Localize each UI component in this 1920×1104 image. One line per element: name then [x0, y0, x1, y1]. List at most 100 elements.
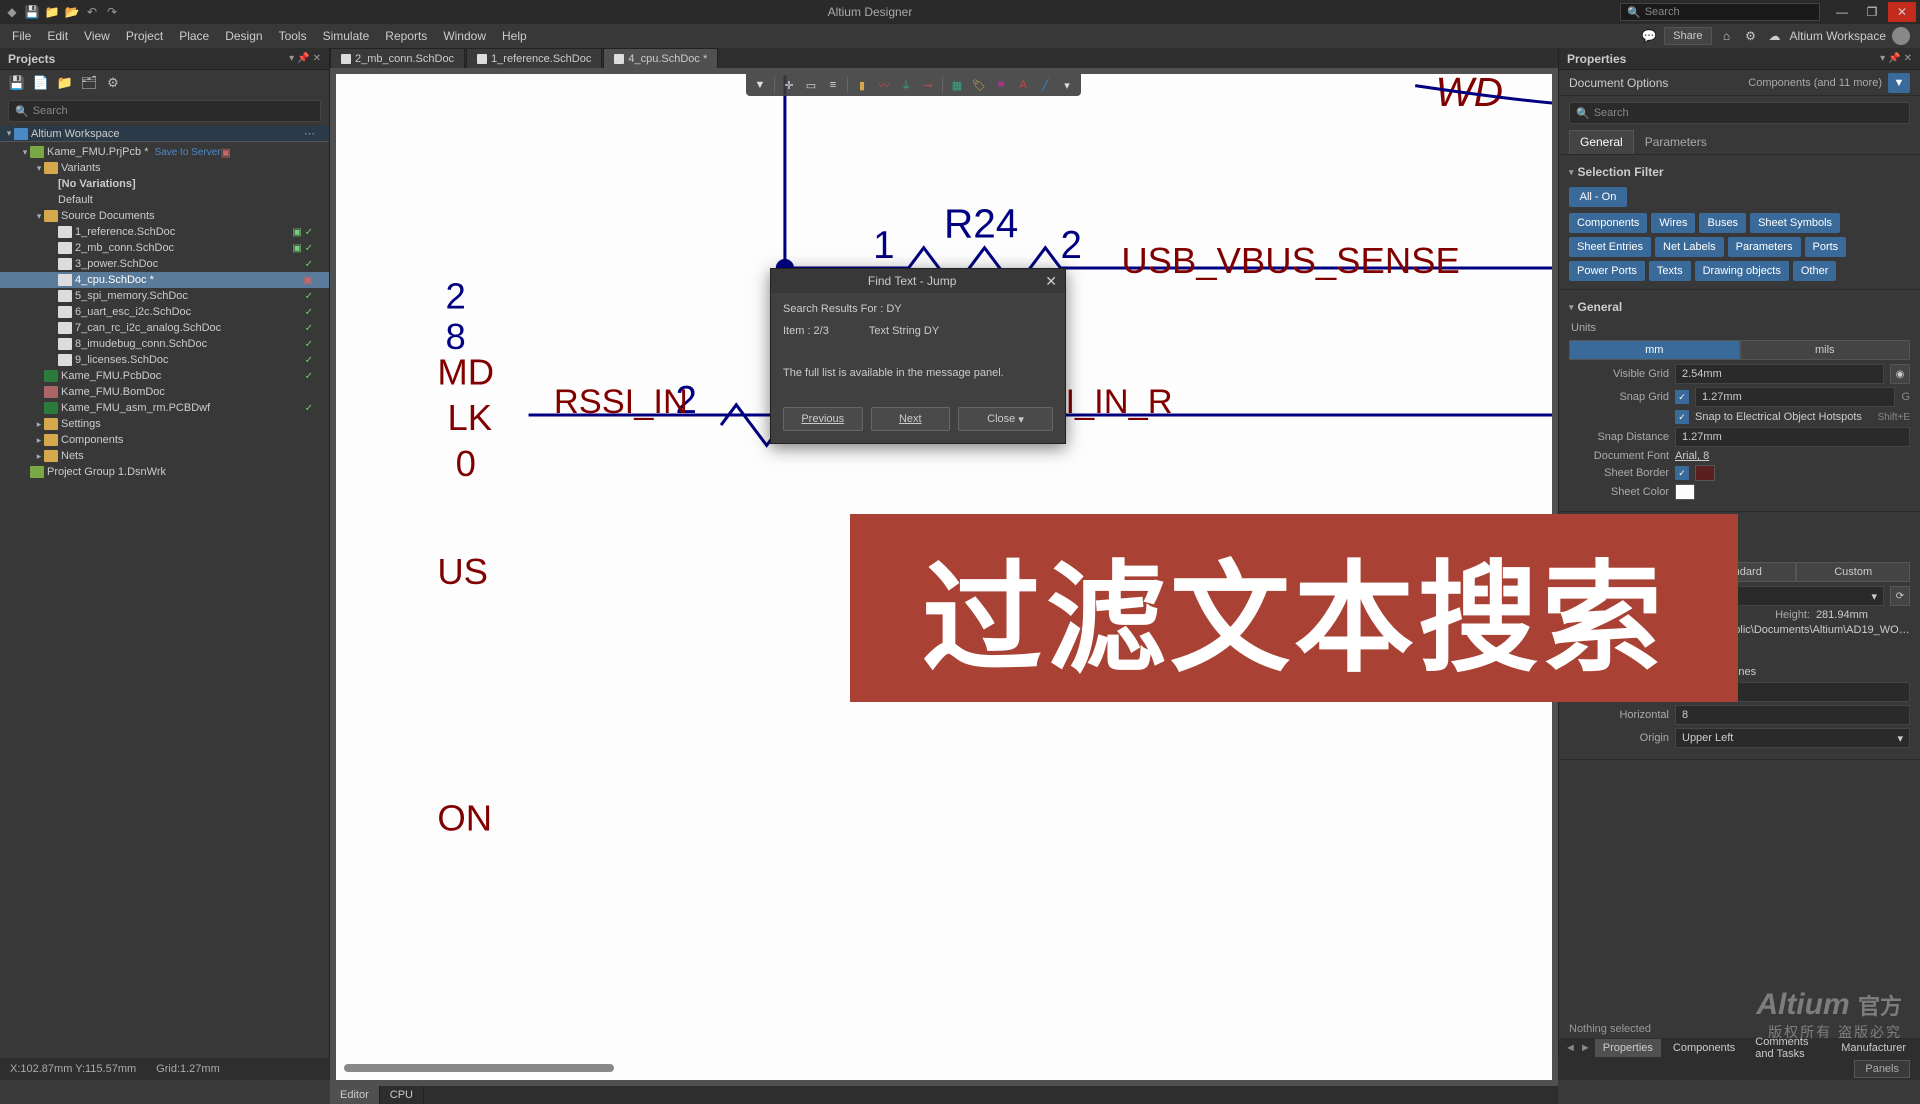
snap-grid-input[interactable]: 1.27mm [1695, 387, 1895, 407]
document-tab[interactable]: 1_reference.SchDoc [466, 48, 602, 68]
workspace-label[interactable]: Altium Workspace [1790, 29, 1886, 43]
btab-comments[interactable]: Comments and Tasks [1747, 1039, 1829, 1057]
tab-general[interactable]: General [1569, 130, 1634, 154]
horizontal-input[interactable]: 8 [1675, 705, 1910, 725]
tree-row[interactable]: ▾Variants [0, 160, 329, 176]
filter-chip[interactable]: Components [1569, 213, 1647, 233]
btab-components[interactable]: Components [1665, 1039, 1743, 1057]
filter-chip[interactable]: Sheet Symbols [1750, 213, 1840, 233]
rp-close-icon[interactable]: ✕ [1904, 53, 1912, 64]
filter-chip[interactable]: Texts [1649, 261, 1691, 281]
menu-design[interactable]: Design [217, 29, 270, 43]
tree-row[interactable]: 7_can_rc_i2c_analog.SchDoc✓ [0, 320, 329, 336]
minimize-button[interactable]: — [1828, 2, 1856, 22]
open-folder-icon[interactable]: 📁 [56, 74, 74, 92]
close-button[interactable]: Close ▾ [958, 407, 1053, 431]
rp-dropdown-icon[interactable]: ▾ [1880, 53, 1885, 64]
tool-bar-icon[interactable]: ▮ [854, 77, 870, 93]
tool-align-icon[interactable]: ≡ [825, 77, 841, 93]
panel-dropdown-icon[interactable]: ▾ [289, 53, 294, 64]
filter-chip[interactable]: Parameters [1728, 237, 1801, 257]
tab-parameters[interactable]: Parameters [1634, 130, 1718, 154]
save-all-icon[interactable]: 💾 [8, 74, 26, 92]
unit-mils[interactable]: mils [1740, 340, 1911, 360]
tree-row[interactable]: 4_cpu.SchDoc *▣ [0, 272, 329, 288]
properties-search[interactable]: 🔍 Search [1569, 102, 1910, 124]
tool-cross-icon[interactable]: ✛ [781, 77, 797, 93]
previous-button[interactable]: Previous [783, 407, 863, 431]
tool-pin-icon[interactable]: ⊸ [920, 77, 936, 93]
menu-edit[interactable]: Edit [39, 29, 76, 43]
tool-chip-icon[interactable]: ▦ [949, 77, 965, 93]
save-icon[interactable]: 💾 [24, 4, 40, 20]
tool-rect-icon[interactable]: ▭ [803, 77, 819, 93]
tree-row[interactable]: Default [0, 192, 329, 208]
fmt-custom[interactable]: Custom [1796, 562, 1910, 582]
tree-row[interactable]: 9_licenses.SchDoc✓ [0, 352, 329, 368]
scroll-left-icon[interactable]: ◄ [1565, 1042, 1576, 1054]
tab-editor[interactable]: Editor [330, 1086, 380, 1104]
workspace-menu-icon[interactable]: ⋯ [304, 127, 325, 140]
filter-chip[interactable]: Other [1793, 261, 1837, 281]
share-button[interactable]: Share [1664, 27, 1711, 45]
tool-line-icon[interactable]: ╱ [1037, 77, 1053, 93]
home-icon[interactable]: ⌂ [1718, 27, 1736, 45]
menu-help[interactable]: Help [494, 29, 535, 43]
maximize-button[interactable]: ❐ [1858, 2, 1886, 22]
dialog-close-button[interactable]: ✕ [1045, 273, 1057, 290]
panel-close-icon[interactable]: ✕ [313, 53, 321, 64]
tool-more-icon[interactable]: ▾ [1059, 77, 1075, 93]
tree-row[interactable]: 3_power.SchDoc✓ [0, 256, 329, 272]
tree-row[interactable]: ▸Settings [0, 416, 329, 432]
all-on-button[interactable]: All - On [1569, 187, 1627, 207]
panels-button[interactable]: Panels [1854, 1060, 1910, 1078]
tree-row[interactable]: Kame_FMU_asm_rm.PCBDwf✓ [0, 400, 329, 416]
tool-text-icon[interactable]: A [1015, 77, 1031, 93]
tree-row[interactable]: 6_uart_esc_i2c.SchDoc✓ [0, 304, 329, 320]
open-icon[interactable]: 📁 [44, 4, 60, 20]
menu-view[interactable]: View [76, 29, 118, 43]
redo-icon[interactable]: ↷ [104, 4, 120, 20]
visible-grid-toggle[interactable]: ◉ [1890, 364, 1910, 384]
projects-search[interactable]: 🔍 Search [8, 100, 321, 122]
menu-window[interactable]: Window [435, 29, 494, 43]
scroll-right-icon[interactable]: ► [1580, 1042, 1591, 1054]
tree-row[interactable]: ▸Components [0, 432, 329, 448]
filter-chip[interactable]: Power Ports [1569, 261, 1645, 281]
menu-tools[interactable]: Tools [271, 29, 315, 43]
btab-properties[interactable]: Properties [1595, 1039, 1661, 1057]
new-doc-icon[interactable]: 📄 [32, 74, 50, 92]
btab-manufacturer[interactable]: Manufacturer [1833, 1039, 1914, 1057]
tool-wave-icon[interactable]: 〰 [876, 77, 892, 93]
menu-file[interactable]: File [4, 29, 39, 43]
tree-row[interactable]: 1_reference.SchDoc▣ ✓ [0, 224, 329, 240]
section-selection-filter[interactable]: Selection Filter [1569, 161, 1910, 183]
tree-row[interactable]: 2_mb_conn.SchDoc▣ ✓ [0, 240, 329, 256]
undo-icon[interactable]: ↶ [84, 4, 100, 20]
tree-row[interactable]: Project Group 1.DsnWrk [0, 464, 329, 480]
tool-ground-icon[interactable]: ⏚ [898, 77, 914, 93]
sheet-color-swatch[interactable] [1675, 484, 1695, 500]
origin-select[interactable]: Upper Left▾ [1675, 728, 1910, 748]
template-refresh[interactable]: ⟳ [1890, 586, 1910, 606]
next-button[interactable]: Next [871, 407, 951, 431]
filter-icon[interactable]: ▼ [752, 77, 768, 93]
folder-icon[interactable]: 📂 [64, 4, 80, 20]
settings-icon[interactable]: ⚙ [1742, 27, 1760, 45]
sheet-border-color[interactable] [1695, 465, 1715, 481]
section-general[interactable]: General [1569, 296, 1910, 318]
tree-row[interactable]: 5_spi_memory.SchDoc✓ [0, 288, 329, 304]
tab-cpu[interactable]: CPU [380, 1086, 424, 1104]
sheet-border-check[interactable]: ✓ [1675, 466, 1689, 480]
tree-row[interactable]: Kame_FMU.PcbDoc✓ [0, 368, 329, 384]
find-text-dialog[interactable]: Find Text - Jump ✕ Search Results For : … [770, 268, 1066, 444]
filter-chip[interactable]: Buses [1699, 213, 1746, 233]
panel-pin-icon[interactable]: 📌 [297, 53, 309, 64]
feedback-icon[interactable]: 💬 [1640, 27, 1658, 45]
filter-chip[interactable]: Net Labels [1655, 237, 1724, 257]
tree-row[interactable]: 8_imudebug_conn.SchDoc✓ [0, 336, 329, 352]
gear-icon[interactable]: ⚙ [104, 74, 122, 92]
avatar[interactable] [1892, 27, 1910, 45]
tree-row[interactable]: [No Variations] [0, 176, 329, 192]
snap-grid-check[interactable]: ✓ [1675, 390, 1689, 404]
